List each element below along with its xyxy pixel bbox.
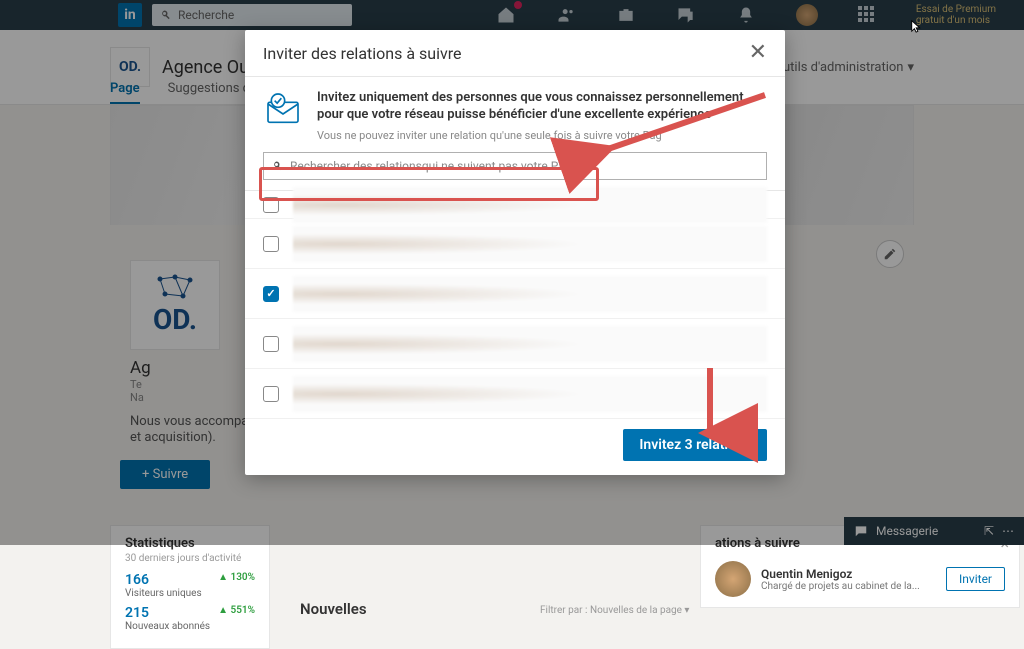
avatar[interactable] (715, 561, 751, 597)
modal-search-input[interactable]: Rechercher des relationsqui ne suivent p… (263, 152, 767, 180)
list-item[interactable] (245, 219, 785, 269)
list-item[interactable] (245, 191, 785, 219)
search-icon (272, 160, 284, 172)
list-item[interactable] (245, 369, 785, 419)
checkbox[interactable] (263, 336, 279, 352)
blurred-contact (293, 326, 767, 362)
modal-intro-text: Invitez uniquement des personnes que vou… (317, 89, 767, 123)
checkbox[interactable] (263, 386, 279, 402)
blurred-contact (293, 226, 767, 262)
list-item[interactable] (245, 319, 785, 369)
person-name[interactable]: Quentin Menigoz (761, 567, 920, 581)
envelope-check-icon (263, 89, 303, 129)
mouse-cursor-icon (910, 18, 924, 37)
checkbox[interactable] (263, 286, 279, 302)
blurred-contact (293, 376, 767, 412)
relations-list (245, 190, 785, 419)
blurred-contact (293, 187, 767, 223)
invite-button[interactable]: Inviter (946, 567, 1005, 591)
news-filter[interactable]: Filtrer par : Nouvelles de la page ▾ (540, 605, 689, 616)
blurred-contact (293, 276, 767, 312)
checkbox[interactable] (263, 197, 279, 213)
modal-title: Inviter des relations à suivre (263, 44, 461, 63)
invite-submit-button[interactable]: Invitez 3 relations (623, 429, 767, 461)
modal-hint-text: Vous ne pouvez inviter une relation qu'u… (317, 129, 767, 142)
visitors-count[interactable]: 166 (125, 572, 202, 588)
checkbox[interactable] (263, 236, 279, 252)
list-item[interactable] (245, 269, 785, 319)
close-modal-button[interactable]: ✕ (749, 42, 767, 64)
invite-relations-modal: Inviter des relations à suivre ✕ Invitez… (245, 30, 785, 475)
followers-count[interactable]: 215 (125, 605, 210, 621)
